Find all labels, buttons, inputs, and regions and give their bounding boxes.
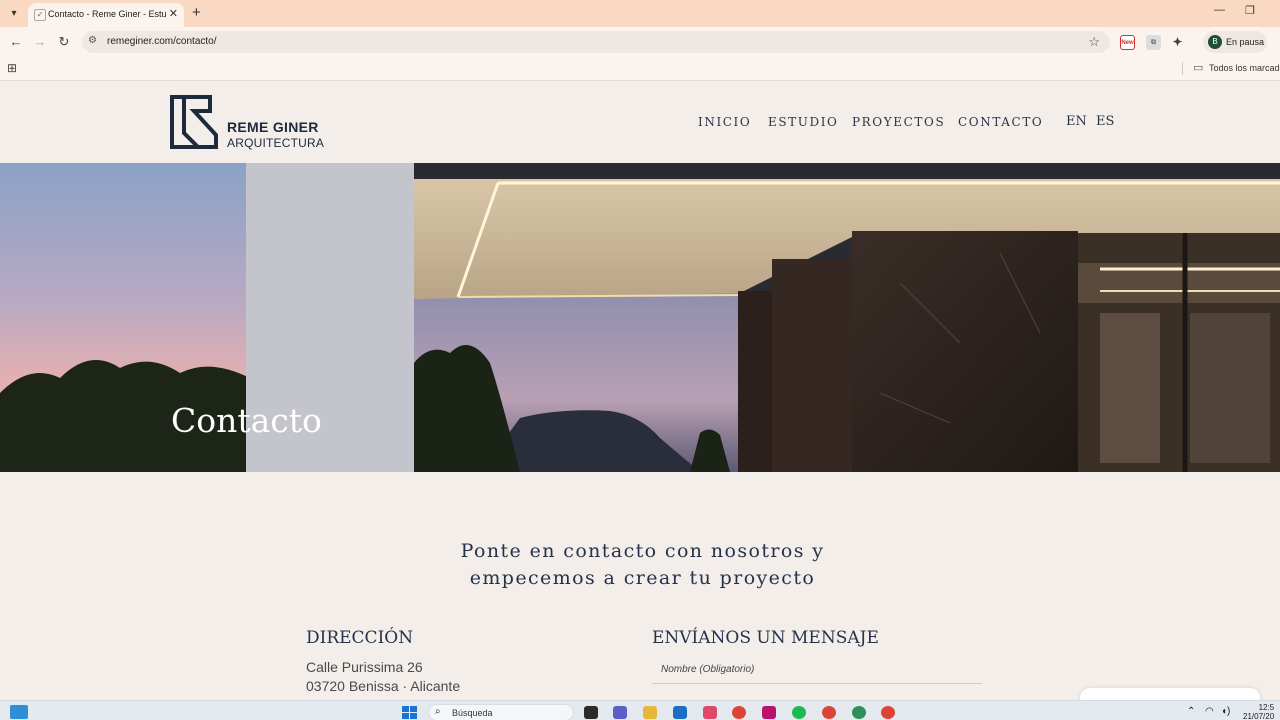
profile-button[interactable]: B En pausa: [1203, 31, 1267, 53]
extension-new-icon[interactable]: New: [1120, 35, 1135, 50]
bookmarks-bar: ⊞ ▭ Todos los marcadores: [0, 57, 1280, 81]
forward-icon[interactable]: →: [32, 34, 48, 49]
logo-mark-icon[interactable]: [170, 95, 224, 149]
search-icon: ⌕: [435, 706, 441, 717]
clock-time: 12:5: [1258, 703, 1275, 712]
lang-en[interactable]: EN: [1066, 114, 1087, 129]
browser-tab[interactable]: ✓ Contacto - Reme Giner - Estudio ✕: [28, 3, 184, 27]
chrome-profile-icon[interactable]: [822, 706, 836, 719]
app-icon[interactable]: [762, 706, 776, 719]
name-field-underline: [652, 683, 982, 684]
file-explorer-icon[interactable]: [643, 706, 657, 719]
message-title: ENVÍANOS UN MENSAJE: [652, 628, 879, 648]
intro-line-1: Ponte en contacto con nosotros y: [460, 540, 825, 562]
nav-contacto[interactable]: CONTACTO: [958, 115, 1043, 129]
chrome-profile-b-icon[interactable]: [852, 706, 866, 719]
new-tab-icon[interactable]: +: [192, 4, 201, 21]
close-tab-icon[interactable]: ✕: [169, 7, 178, 20]
chrome-profile-2-icon[interactable]: [881, 706, 895, 719]
slack-icon[interactable]: [703, 706, 717, 719]
nav-inicio[interactable]: INICIO: [698, 115, 751, 129]
nav-estudio[interactable]: ESTUDIO: [768, 115, 839, 129]
logo-subtitle: ARQUITECTURA: [227, 136, 325, 150]
extensions-puzzle-icon[interactable]: ✦: [1170, 35, 1185, 50]
profile-status: En pausa: [1226, 37, 1265, 47]
hero-title: Contacto: [171, 401, 322, 440]
tray-chevron-icon[interactable]: ⌃: [1187, 706, 1195, 717]
teams-icon[interactable]: [613, 706, 627, 719]
site-info-icon[interactable]: ⚙: [88, 35, 97, 46]
tab-title: Contacto - Reme Giner - Estudio: [48, 9, 166, 19]
logo-name[interactable]: REME GINER: [227, 119, 319, 135]
hero-banner: Contacto: [0, 163, 1280, 472]
taskbar-search-placeholder: Búsqueda: [452, 708, 493, 718]
clock-date: 21/07/20: [1243, 712, 1275, 720]
widgets-icon[interactable]: [10, 705, 28, 719]
spotify-icon[interactable]: [792, 706, 806, 719]
lang-es[interactable]: ES: [1096, 114, 1114, 129]
outlook-icon[interactable]: [673, 706, 687, 719]
reload-icon[interactable]: ↻: [56, 34, 72, 50]
address-title: DIRECCIÓN: [306, 628, 414, 648]
bookmarks-divider: [1182, 62, 1183, 75]
nav-proyectos[interactable]: PROYECTOS: [852, 115, 945, 129]
intro-line-2: empecemos a crear tu proyecto: [469, 567, 816, 589]
windows-start-icon[interactable]: [402, 706, 417, 719]
url-text: remeginer.com/contacto/: [107, 36, 217, 47]
task-view-icon[interactable]: [584, 706, 598, 719]
name-field[interactable]: Nombre (Obligatorio): [661, 664, 754, 675]
taskbar-search-box[interactable]: ⌕ Búsqueda: [428, 704, 574, 720]
os-taskbar: ⌕ Búsqueda ⌃ ◠ ◖) 12:5 21/07/20: [0, 700, 1280, 720]
bookmark-star-icon[interactable]: ☆: [1088, 34, 1100, 50]
extension-icon[interactable]: ⧉: [1146, 35, 1161, 50]
minimize-icon[interactable]: —: [1214, 4, 1225, 16]
address-bar[interactable]: ⚙ remeginer.com/contacto/ ☆: [82, 31, 1110, 53]
apps-grid-icon[interactable]: ⊞: [7, 61, 17, 75]
intro-heading: Ponte en contacto con nosotros y empecem…: [0, 538, 1280, 592]
favicon-icon: ✓: [34, 9, 46, 21]
wifi-icon[interactable]: ◠: [1205, 706, 1214, 717]
browser-tab-bar: ▾ ✓ Contacto - Reme Giner - Estudio ✕ + …: [0, 0, 1280, 27]
chrome-icon[interactable]: [732, 706, 746, 719]
back-icon[interactable]: ←: [8, 34, 24, 49]
avatar: B: [1208, 35, 1222, 49]
site-header: REME GINER ARQUITECTURA INICIO ESTUDIO P…: [0, 81, 1280, 163]
restore-icon[interactable]: ❐: [1245, 4, 1255, 17]
clock[interactable]: 12:5 21/07/20: [1243, 703, 1274, 720]
all-bookmarks-link[interactable]: Todos los marcadores: [1209, 63, 1280, 73]
address-line-1: Calle Purissima 26: [306, 659, 423, 675]
browser-toolbar: ← → ↻ ⚙ remeginer.com/contacto/ ☆ New ⧉ …: [0, 27, 1280, 57]
address-line-2: 03720 Benissa · Alicante: [306, 678, 461, 694]
tab-search-icon[interactable]: ▾: [6, 6, 22, 22]
volume-icon[interactable]: ◖): [1221, 706, 1230, 717]
folder-icon[interactable]: ▭: [1193, 61, 1203, 74]
